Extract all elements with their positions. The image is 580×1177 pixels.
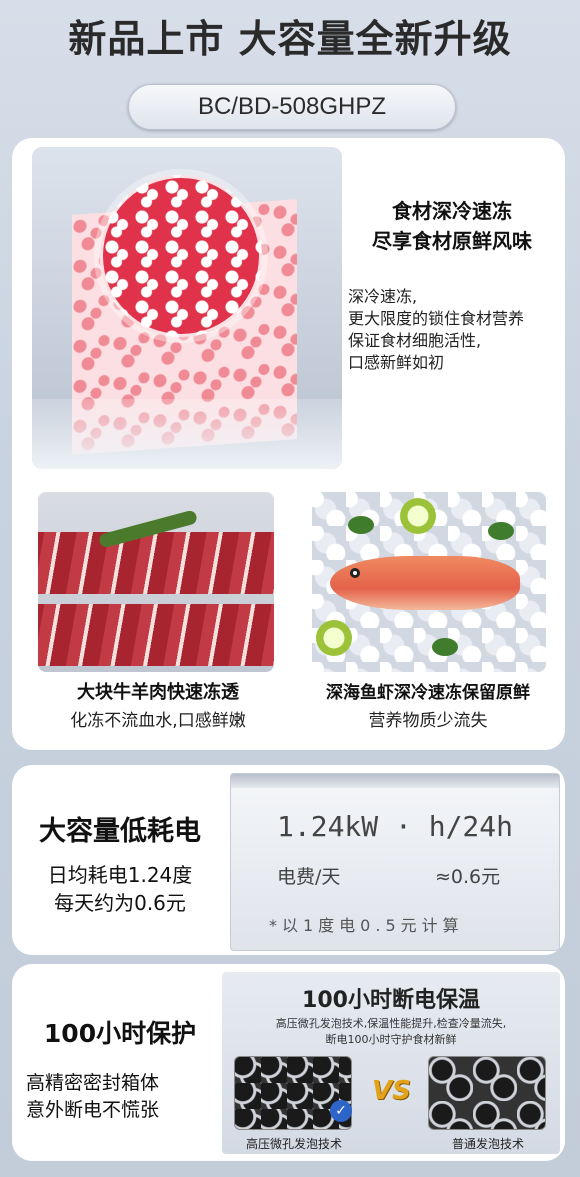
power-card: 大容量低耗电 日均耗电1.24度 每天约为0.6元 1.24kW · h/24h… (12, 765, 565, 955)
beef-slab-top (38, 532, 274, 594)
freeze-title-line1: 食材深冷速冻 (392, 199, 512, 223)
freeze-desc-line3: 保证食材细胞活性, (348, 331, 482, 350)
regular-foam-caption: 普通发泡技术 (451, 1137, 524, 1151)
sticker-edge (231, 774, 559, 788)
protection-card: 100小时保护 高精密密封箱体 意外断电不慌张 100小时断电保温 高压微孔发泡… (12, 964, 565, 1161)
freeze-desc-line4: 口感新鲜如初 (348, 353, 445, 372)
beef-image (38, 492, 274, 672)
protection-desc-line2: 意外断电不慌张 (26, 1099, 160, 1121)
seafood-title: 深海鱼虾深冷速冻保留原鲜 (326, 683, 530, 703)
foam-desc-line1: 高压微孔发泡技术,保温性能提升,检查冷量流失, (275, 1017, 507, 1030)
cost-note: *以1度电0.5元计算 (269, 916, 464, 935)
protection-description: 高精密密封箱体 意外断电不慌张 (26, 1070, 216, 1124)
beef-subtitle: 化冻不流血水,口感鲜嫩 (70, 711, 246, 731)
beef-slab-bottom (38, 604, 274, 666)
foam-panel-title: 100小时断电保温 (302, 988, 480, 1013)
magnifier-lens (100, 175, 262, 337)
vs-label: VS (372, 1076, 411, 1106)
power-desc-line1: 日均耗电1.24度 (47, 863, 193, 887)
fish-image (312, 492, 546, 672)
freeze-card: 食材深冷速冻 尽享食材原鲜风味 深冷速冻, 更大限度的锁住食材营养 保证食材细胞… (12, 138, 565, 750)
power-desc-line2: 每天约为0.6元 (54, 891, 186, 915)
cost-label: 电费/天 (277, 866, 341, 888)
foam-desc-line2: 断电100小时守护食材新鲜 (325, 1033, 457, 1046)
parsley-leaf (432, 638, 458, 656)
freeze-desc-line1: 深冷速冻, (348, 287, 418, 306)
energy-consumption: 1.24kW · h/24h (277, 810, 514, 843)
model-badge: BC/BD-508GHPZ (128, 84, 456, 130)
foam-panel-description: 高压微孔发泡技术,保温性能提升,检查冷量流失, 断电100小时守护食材新鲜 (232, 1016, 550, 1048)
ice-shards (32, 399, 342, 469)
cost-value: ≈0.6元 (435, 866, 501, 888)
freeze-title: 食材深冷速冻 尽享食材原鲜风味 (352, 196, 552, 256)
seafood-subtitle: 营养物质少流失 (368, 711, 488, 731)
checkmark-icon: ✓ (330, 1100, 352, 1122)
fish-eye (350, 568, 360, 578)
energy-sticker: 1.24kW · h/24h 电费/天 ≈0.6元 *以1度电0.5元计算 (230, 773, 560, 951)
protection-title: 100小时保护 (43, 1019, 197, 1048)
lime-slice (316, 620, 352, 656)
protection-desc-line1: 高精密密封箱体 (26, 1072, 160, 1094)
freeze-description: 深冷速冻, 更大限度的锁住食材营养 保证食材细胞活性, 口感新鲜如初 (348, 286, 558, 374)
micro-foam-caption: 高压微孔发泡技术 (245, 1137, 342, 1151)
beef-title: 大块牛羊肉快速冻透 (77, 682, 239, 703)
freeze-desc-line2: 更大限度的锁住食材营养 (348, 309, 525, 328)
headline: 新品上市 大容量全新升级 (68, 17, 512, 61)
regular-foam-image (428, 1056, 546, 1130)
red-fish (330, 556, 520, 610)
frozen-meat-image (32, 147, 342, 469)
power-description: 日均耗电1.24度 每天约为0.6元 (20, 861, 220, 917)
parsley-leaf (488, 522, 514, 540)
freeze-title-line2: 尽享食材原鲜风味 (372, 229, 532, 253)
foam-comparison-panel: 100小时断电保温 高压微孔发泡技术,保温性能提升,检查冷量流失, 断电100小… (222, 972, 560, 1154)
power-title: 大容量低耗电 (39, 816, 201, 847)
lime-slice (400, 498, 436, 534)
parsley-leaf (348, 516, 374, 534)
